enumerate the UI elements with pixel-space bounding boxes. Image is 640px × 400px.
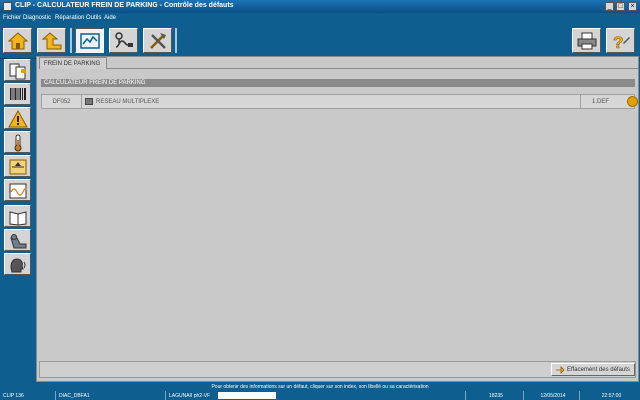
fault-label[interactable]: RESEAU MULTIPLEXE xyxy=(96,99,159,105)
sidebar-documentation-button[interactable] xyxy=(4,205,31,227)
vin-field xyxy=(218,392,276,399)
printer-icon xyxy=(577,32,597,50)
tab-divider xyxy=(107,68,638,69)
home-icon xyxy=(7,32,29,50)
sidebar xyxy=(0,59,34,383)
measure-button[interactable] xyxy=(109,28,138,53)
menu-reparation[interactable]: Réparation xyxy=(55,15,84,21)
book-icon xyxy=(9,211,27,226)
arrow-icon xyxy=(556,366,565,374)
fault-status-indicator xyxy=(627,96,638,107)
thermometer-icon xyxy=(14,134,22,152)
action-bar: Effacement des défauts xyxy=(39,361,636,378)
sidebar-graph-button[interactable] xyxy=(4,179,31,201)
home-button[interactable] xyxy=(3,28,32,53)
help-button[interactable]: ? xyxy=(606,28,635,53)
graph-icon xyxy=(9,183,27,199)
up-button[interactable] xyxy=(37,28,66,53)
clear-faults-button[interactable]: Effacement des défauts xyxy=(551,363,635,376)
fault-row[interactable]: DF052 RESEAU MULTIPLEXE 1.DEF xyxy=(41,94,638,109)
help-icon: ? xyxy=(613,33,630,51)
tools-button[interactable] xyxy=(143,28,172,53)
tab-frein-de-parking[interactable]: FREIN DE PARKING xyxy=(39,57,107,69)
app-icon xyxy=(3,2,12,11)
fault-control-button[interactable] xyxy=(75,28,104,53)
status-clip-version: CLIP 136 xyxy=(0,391,56,400)
fault-code[interactable]: DF052 xyxy=(42,95,82,108)
sidebar-documents-button[interactable] xyxy=(4,59,31,81)
status-bar: CLIP 136 DIAC_DBFA1 LAGUNAII ph2-VF 1823… xyxy=(0,391,640,400)
menu-bar: Fichier Diagnostic Réparation Outils Aid… xyxy=(0,13,640,24)
title-bar: CLIP - CALCULATEUR FREIN DE PARKING - Co… xyxy=(0,0,640,13)
toolbar: ? xyxy=(0,24,640,59)
toolbar-separator xyxy=(70,28,72,53)
status-diag: DIAC_DBFA1 xyxy=(56,391,166,400)
section-header: CALCULATEUR FREIN DE PARKING xyxy=(41,79,635,87)
maximize-button[interactable]: □ xyxy=(616,2,625,11)
probe-icon xyxy=(115,32,133,48)
tools-icon xyxy=(150,33,166,49)
status-vehicle-label: LAGUNAII ph2-VF xyxy=(169,393,211,399)
minimize-button[interactable]: _ xyxy=(605,2,614,11)
clear-faults-label: Effacement des défauts xyxy=(567,367,630,373)
status-date: 12/05/2014 xyxy=(524,391,580,400)
head-icon xyxy=(10,258,26,273)
status-time: 22:57:00 xyxy=(601,393,622,399)
up-arrow-icon xyxy=(41,32,62,50)
sidebar-repair-button[interactable] xyxy=(4,229,31,251)
sidebar-vin-button[interactable] xyxy=(4,83,31,105)
chart-icon xyxy=(80,33,100,49)
toolbar-separator xyxy=(175,28,177,53)
info-text: Pour obtenir des informations sur un déf… xyxy=(0,383,640,391)
menu-aide[interactable]: Aide xyxy=(104,15,116,21)
menu-fichier[interactable]: Fichier xyxy=(3,15,21,21)
repair-icon xyxy=(10,234,27,249)
warning-icon xyxy=(8,110,28,128)
parameters-icon xyxy=(9,159,27,175)
window-title: CLIP - CALCULATEUR FREIN DE PARKING - Co… xyxy=(15,2,234,9)
close-button[interactable]: × xyxy=(628,2,637,11)
documents-icon xyxy=(9,63,26,80)
sidebar-faults-button[interactable] xyxy=(4,107,31,129)
status-code: 18235 xyxy=(466,391,524,400)
menu-outils[interactable]: Outils xyxy=(86,15,101,21)
sidebar-temperature-button[interactable] xyxy=(4,131,31,153)
sidebar-parameters-button[interactable] xyxy=(4,155,31,177)
status-vehicle: LAGUNAII ph2-VF xyxy=(166,391,466,400)
barcode-icon xyxy=(10,88,26,100)
print-button[interactable] xyxy=(572,28,601,53)
svg-text:?: ? xyxy=(613,33,623,51)
sidebar-voice-button[interactable] xyxy=(4,253,31,275)
main-panel: FREIN DE PARKING CALCULATEUR FREIN DE PA… xyxy=(36,56,639,382)
fault-status[interactable]: 1.DEF xyxy=(580,95,620,108)
network-icon xyxy=(85,98,93,105)
menu-diagnostic[interactable]: Diagnostic xyxy=(23,15,51,21)
